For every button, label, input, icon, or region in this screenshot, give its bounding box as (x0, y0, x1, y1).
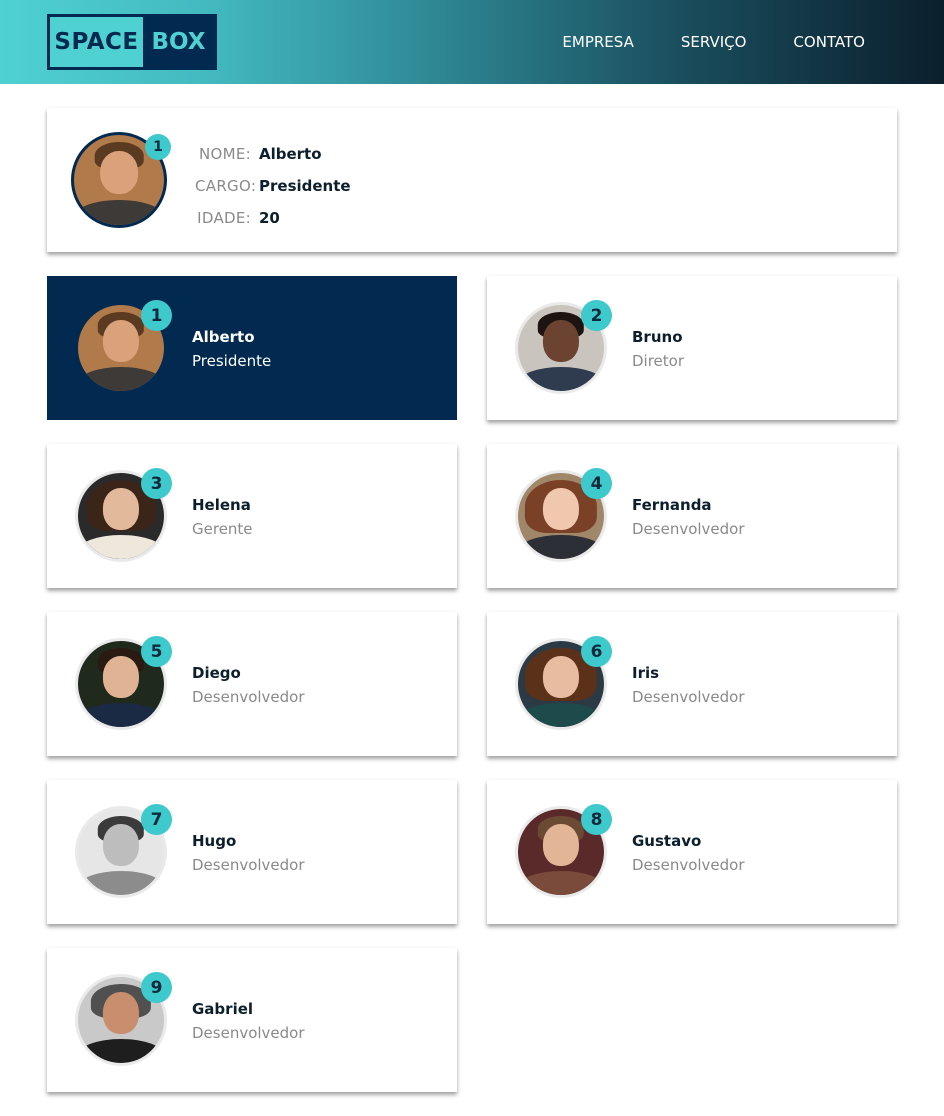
member-card-2[interactable]: 2 Bruno Diretor (487, 276, 897, 420)
member-name: Helena (192, 496, 251, 514)
member-number-badge: 2 (581, 300, 612, 331)
member-role: Desenvolvedor (192, 1024, 305, 1042)
logo-box-text: BOX (143, 17, 214, 67)
member-name: Bruno (632, 328, 683, 346)
member-avatar-wrapper: 2 (515, 300, 612, 394)
member-card-9[interactable]: 9 Gabriel Desenvolvedor (47, 948, 457, 1092)
member-avatar-wrapper: 4 (515, 468, 612, 562)
member-role: Desenvolvedor (192, 856, 305, 874)
logo-space-text: SPACE (50, 17, 143, 67)
profile-info: NOME: Alberto CARGO: Presidente IDADE: 2… (195, 138, 351, 234)
member-card-7[interactable]: 7 Hugo Desenvolvedor (47, 780, 457, 924)
member-name: Iris (632, 664, 660, 682)
member-role: Presidente (192, 352, 272, 370)
main-nav: EMPRESA SERVIÇO CONTATO (562, 0, 865, 84)
member-role: Diretor (632, 352, 685, 370)
member-role: Desenvolvedor (632, 856, 745, 874)
member-avatar-wrapper: 1 (75, 300, 172, 394)
member-name: Diego (192, 664, 241, 682)
nav-link-contato[interactable]: CONTATO (793, 33, 865, 51)
member-name: Alberto (192, 328, 255, 346)
nav-link-empresa[interactable]: EMPRESA (562, 33, 633, 51)
member-number-badge: 5 (141, 636, 172, 667)
nav-link-servico[interactable]: SERVIÇO (681, 33, 747, 51)
profile-row-role: CARGO: Presidente (195, 170, 351, 202)
member-name: Hugo (192, 832, 237, 850)
member-card-1[interactable]: 1 Alberto Presidente (47, 276, 457, 420)
member-role: Desenvolvedor (632, 520, 745, 538)
profile-row-age: IDADE: 20 (195, 202, 351, 234)
member-role: Desenvolvedor (632, 688, 745, 706)
selected-member-profile-card: 1 NOME: Alberto CARGO: Presidente IDADE:… (47, 108, 897, 252)
member-role: Gerente (192, 520, 253, 538)
member-card-3[interactable]: 3 Helena Gerente (47, 444, 457, 588)
member-avatar-wrapper: 5 (75, 636, 172, 730)
member-avatar-wrapper: 8 (515, 804, 612, 898)
member-card-5[interactable]: 5 Diego Desenvolvedor (47, 612, 457, 756)
member-number-badge: 4 (581, 468, 612, 499)
profile-value-age: 20 (259, 209, 280, 227)
top-navbar: SPACE BOX EMPRESA SERVIÇO CONTATO (0, 0, 944, 84)
member-number-badge: 3 (141, 468, 172, 499)
member-avatar-wrapper: 6 (515, 636, 612, 730)
profile-label-role: CARGO: (195, 177, 257, 195)
member-name: Fernanda (632, 496, 712, 514)
member-name: Gustavo (632, 832, 702, 850)
member-number-badge: 8 (581, 804, 612, 835)
member-name: Gabriel (192, 1000, 254, 1018)
member-card-4[interactable]: 4 Fernanda Desenvolvedor (487, 444, 897, 588)
profile-label-age: IDADE: (197, 209, 251, 227)
member-number-badge: 9 (141, 972, 172, 1003)
spacebox-logo[interactable]: SPACE BOX (47, 14, 217, 70)
profile-number-badge: 1 (145, 134, 171, 160)
member-card-6[interactable]: 6 Iris Desenvolvedor (487, 612, 897, 756)
member-avatar-wrapper: 9 (75, 972, 172, 1066)
member-role: Desenvolvedor (192, 688, 305, 706)
member-number-badge: 6 (581, 636, 612, 667)
member-card-8[interactable]: 8 Gustavo Desenvolvedor (487, 780, 897, 924)
member-avatar-wrapper: 7 (75, 804, 172, 898)
member-number-badge: 7 (141, 804, 172, 835)
profile-row-name: NOME: Alberto (195, 138, 351, 170)
profile-value-name: Alberto (259, 145, 322, 163)
profile-label-name: NOME: (198, 145, 251, 163)
member-number-badge: 1 (141, 300, 172, 331)
member-avatar-wrapper: 3 (75, 468, 172, 562)
profile-value-role: Presidente (259, 177, 351, 195)
profile-avatar-wrapper: 1 (71, 132, 171, 228)
